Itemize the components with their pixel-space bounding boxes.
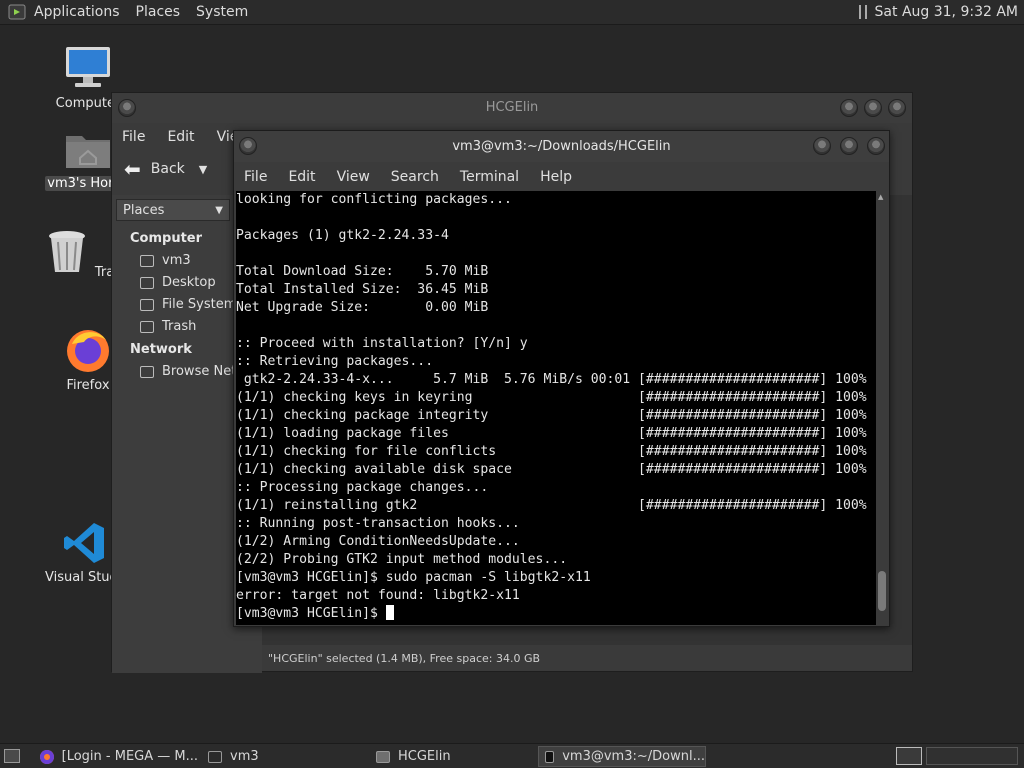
terminal-line: (1/2) Arming ConditionNeedsUpdate... [236, 534, 520, 549]
terminal-scrollbar[interactable]: ▲ [876, 191, 888, 625]
clock[interactable]: Sat Aug 31, 9:32 AM [858, 4, 1018, 20]
fm-menu-file[interactable]: File [122, 129, 145, 145]
terminal-line: Total Installed Size: 36.45 MiB [236, 282, 489, 297]
applications-menu[interactable]: Applications [26, 4, 128, 20]
window-menu-button[interactable] [239, 137, 257, 155]
terminal-icon [545, 750, 555, 763]
scrollbar-thumb[interactable] [878, 571, 886, 611]
sidebar-item-label: vm3 [162, 253, 191, 268]
places-dropdown-label: Places [123, 202, 165, 218]
sidebar-item-label: Browse Net [162, 364, 237, 379]
taskbar-item-label: vm3@vm3:~/Downl... [562, 749, 705, 764]
terminal-line: :: Proceed with installation? [Y/n] y [236, 336, 528, 351]
firefox-icon [67, 330, 109, 372]
workspace-switcher-empty[interactable] [926, 747, 1018, 765]
drive-icon [140, 298, 154, 311]
applications-icon[interactable] [8, 4, 26, 20]
terminal-cursor [385, 605, 394, 620]
vscode-icon [64, 523, 104, 563]
sidebar-item-label: Trash [162, 319, 197, 334]
terminal-line: Total Download Size: 5.70 MiB [236, 264, 489, 279]
network-icon [140, 365, 154, 378]
term-menu-terminal[interactable]: Terminal [460, 169, 519, 185]
trash-icon [140, 320, 154, 333]
folder-icon [376, 750, 390, 763]
terminal-line: (1/1) checking keys in keyring [########… [236, 390, 867, 405]
term-menu-search[interactable]: Search [391, 169, 439, 185]
taskbar-item-label: [Login - MEGA — M... [61, 749, 198, 764]
taskbar-item-label: HCGElin [398, 749, 451, 764]
back-arrow-icon[interactable]: ⬅ [124, 157, 141, 181]
terminal-line: [vm3@vm3 HCGElin]$ sudo pacman -S libgtk… [236, 570, 591, 585]
terminal-titlebar[interactable]: vm3@vm3:~/Downloads/HCGElin [234, 131, 889, 162]
terminal-line: error: target not found: libgtk2-x11 [236, 588, 520, 603]
bottom-panel: [Login - MEGA — M... vm3 HCGElin vm3@vm3… [0, 743, 1024, 768]
fm-menu-edit[interactable]: Edit [167, 129, 194, 145]
panel-handle-icon [858, 5, 867, 19]
maximize-button[interactable] [840, 137, 858, 155]
minimize-button[interactable] [840, 99, 858, 117]
desktop-icon-label: Firefox [66, 378, 110, 393]
home-folder-icon [66, 136, 110, 168]
minimize-button[interactable] [813, 137, 831, 155]
show-desktop-icon[interactable] [4, 749, 20, 763]
computer-icon [66, 47, 110, 87]
close-button[interactable] [888, 99, 906, 117]
chevron-down-icon: ▼ [215, 204, 223, 216]
terminal-line: (1/1) checking for file conflicts [#####… [236, 444, 867, 459]
taskbar-item-label: vm3 [230, 749, 259, 764]
terminal-line: (1/1) reinstalling gtk2 [###############… [236, 498, 867, 513]
taskbar-item-hcgelin[interactable]: HCGElin [370, 746, 534, 767]
terminal-line: Packages (1) gtk2-2.24.33-4 [236, 228, 449, 243]
taskbar-item-vm3[interactable]: vm3 [202, 746, 366, 767]
term-menu-view[interactable]: View [337, 169, 370, 185]
home-folder-icon [208, 750, 222, 763]
terminal-line: :: Running post-transaction hooks... [236, 516, 520, 531]
taskbar-item-mega[interactable]: [Login - MEGA — M... [34, 746, 198, 767]
terminal-line: (1/1) loading package files [###########… [236, 426, 867, 441]
term-menu-edit[interactable]: Edit [288, 169, 315, 185]
fm-titlebar[interactable]: HCGElin [112, 93, 912, 123]
terminal-line: (1/1) checking package integrity [######… [236, 408, 867, 423]
firefox-icon [40, 749, 54, 764]
taskbar-item-terminal[interactable]: vm3@vm3:~/Downl... [538, 746, 706, 767]
system-menu[interactable]: System [188, 4, 256, 20]
desktop-folder-icon [140, 276, 154, 289]
terminal-prompt-line[interactable]: [vm3@vm3 HCGElin]$ [236, 605, 877, 623]
places-menu[interactable]: Places [128, 4, 189, 20]
back-dropdown-icon[interactable]: ▼ [199, 163, 207, 176]
terminal-window[interactable]: vm3@vm3:~/Downloads/HCGElin File Edit Vi… [233, 130, 890, 627]
clock-text: Sat Aug 31, 9:32 AM [874, 4, 1018, 20]
places-dropdown[interactable]: Places ▼ [116, 199, 230, 221]
top-panel: Applications Places System Sat Aug 31, 9… [0, 0, 1024, 25]
fm-title: HCGElin [485, 100, 539, 115]
terminal-line: looking for conflicting packages... [236, 192, 512, 207]
fm-statusbar: "HCGElin" selected (1.4 MB), Free space:… [268, 652, 541, 665]
scroll-up-icon[interactable]: ▲ [878, 193, 883, 201]
terminal-prompt: [vm3@vm3 HCGElin]$ [236, 606, 386, 621]
sidebar-item-label: File System [162, 297, 237, 312]
trash-icon [48, 231, 85, 272]
workspace-switcher-icon[interactable] [896, 747, 922, 765]
maximize-button[interactable] [864, 99, 882, 117]
sidebar-item-label: Desktop [162, 275, 216, 290]
close-button[interactable] [867, 137, 885, 155]
terminal-line: :: Retrieving packages... [236, 354, 434, 369]
terminal-title: vm3@vm3:~/Downloads/HCGElin [452, 139, 671, 154]
window-menu-button[interactable] [118, 99, 136, 117]
terminal-menubar: File Edit View Search Terminal Help [234, 162, 889, 191]
terminal-line: (1/1) checking available disk space [###… [236, 462, 867, 477]
term-menu-help[interactable]: Help [540, 169, 572, 185]
terminal-line: Net Upgrade Size: 0.00 MiB [236, 300, 489, 315]
back-button[interactable]: Back [151, 161, 185, 177]
terminal-screen[interactable]: looking for conflicting packages... Pack… [236, 191, 877, 625]
home-icon [140, 254, 154, 267]
terminal-line: :: Processing package changes... [236, 480, 489, 495]
terminal-line: (2/2) Probing GTK2 input method modules.… [236, 552, 568, 567]
terminal-line: gtk2-2.24.33-4-x... 5.7 MiB 5.76 MiB/s 0… [236, 372, 867, 387]
term-menu-file[interactable]: File [244, 169, 267, 185]
